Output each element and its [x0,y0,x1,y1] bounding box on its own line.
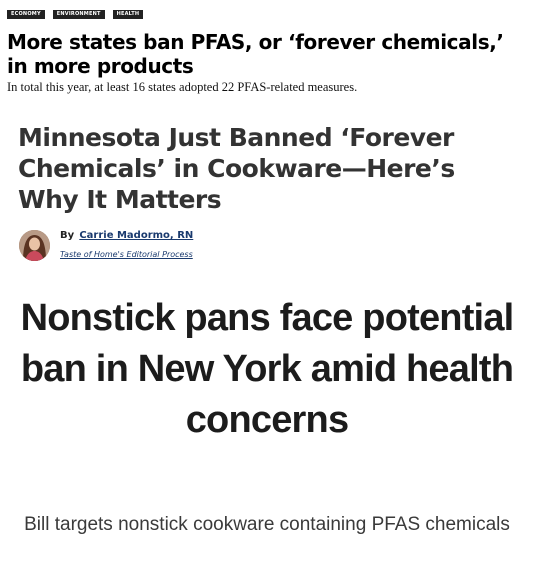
clipping-minnesota-ban: Minnesota Just Banned ‘Forever Chemicals… [0,112,534,272]
subheadline-pfas-states: In total this year, at least 16 states a… [7,80,358,94]
clipping-new-york-ban: Nonstick pans face potential ban in New … [0,285,534,583]
author-link[interactable]: Carrie Madormo, RN [79,230,193,241]
editorial-process-link[interactable]: Taste of Home's Editorial Process [60,249,193,260]
author-avatar [19,230,50,261]
author-portrait-icon [19,230,50,261]
subheadline-new-york-ban: Bill targets nonstick cookware containin… [24,514,510,535]
headline-pfas-states: More states ban PFAS, or ‘forever chemic… [7,30,504,78]
byline-prefix: By [60,230,75,241]
tag-environment[interactable]: ENVIRONMENT [52,10,105,19]
tag-economy[interactable]: ECONOMY [7,10,45,19]
headline-new-york-ban: Nonstick pans face potential ban in New … [20,297,515,441]
byline: By Carrie Madormo, RN [60,229,193,243]
headline-minnesota-ban: Minnesota Just Banned ‘Forever Chemicals… [18,123,455,214]
topic-tags: ECONOMY ENVIRONMENT HEALTH [7,10,144,19]
tag-health[interactable]: HEALTH [112,10,144,19]
clipping-pfas-states: ECONOMY ENVIRONMENT HEALTH More states b… [0,0,534,100]
